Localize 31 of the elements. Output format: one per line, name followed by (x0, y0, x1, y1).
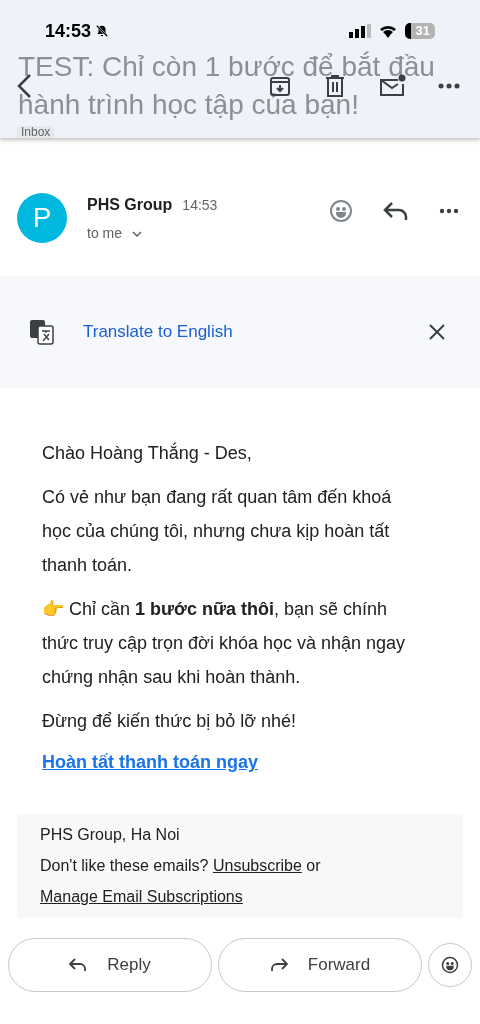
sent-time: 14:53 (182, 196, 218, 215)
clock: 14:53 (45, 19, 92, 43)
chevron-down-icon (132, 230, 142, 237)
greeting: Chào Hoàng Thắng - Des, (42, 441, 253, 465)
unsubscribe-link[interactable]: Unsubscribe (212, 857, 302, 874)
wifi-icon (378, 24, 397, 38)
manage-subscriptions-link[interactable]: Manage Email Subscriptions (40, 888, 243, 905)
sender-name: PHS Group (87, 195, 173, 215)
reply-button[interactable] (383, 201, 409, 221)
smiley-icon (441, 956, 459, 974)
unsubscribe-notice: Don't like these emails? Unsubscribe or Manage Email Subscriptions (40, 856, 322, 907)
translate-link[interactable]: Translate to English (83, 319, 233, 345)
subject-line: TEST: Chỉ còn 1 bước để bắt đầu (18, 50, 436, 84)
body-paragraph: 👉 Chỉ cần 1 bước nữa thôi, bạn sẽ chính thức truy cập trọn đời khóa học và nhận ngay chứng nhận sau khi hoàn thành. (42, 598, 407, 689)
close-button[interactable] (429, 324, 445, 340)
payment-link[interactable]: Hoàn tất thanh toán ngay (42, 748, 258, 776)
body-paragraph: Đừng để kiến thức bị bỏ lỡ nhé! (42, 710, 298, 733)
battery-indicator: 31 (404, 23, 435, 39)
forward-icon (269, 958, 288, 972)
recipient-dropdown[interactable]: to me (87, 223, 329, 244)
signal-icon (348, 24, 371, 38)
more-button[interactable] (438, 83, 460, 89)
body-paragraph: Có vẻ như bạn đang rất quan tâm đến khoá học của chúng tôi, nhưng chưa kịp hoàn tất thanh toán. (42, 486, 393, 577)
inbox-label: Inbox (17, 126, 55, 138)
subject-line: hành trình học tập của bạn! (18, 88, 360, 122)
sender-avatar: P (17, 193, 67, 243)
more-button[interactable] (439, 208, 459, 214)
reply-icon (69, 958, 88, 972)
mark-unread-button[interactable] (378, 74, 406, 98)
sender-address: PHS Group, Ha Noi (40, 825, 181, 845)
translate-icon (29, 319, 55, 345)
